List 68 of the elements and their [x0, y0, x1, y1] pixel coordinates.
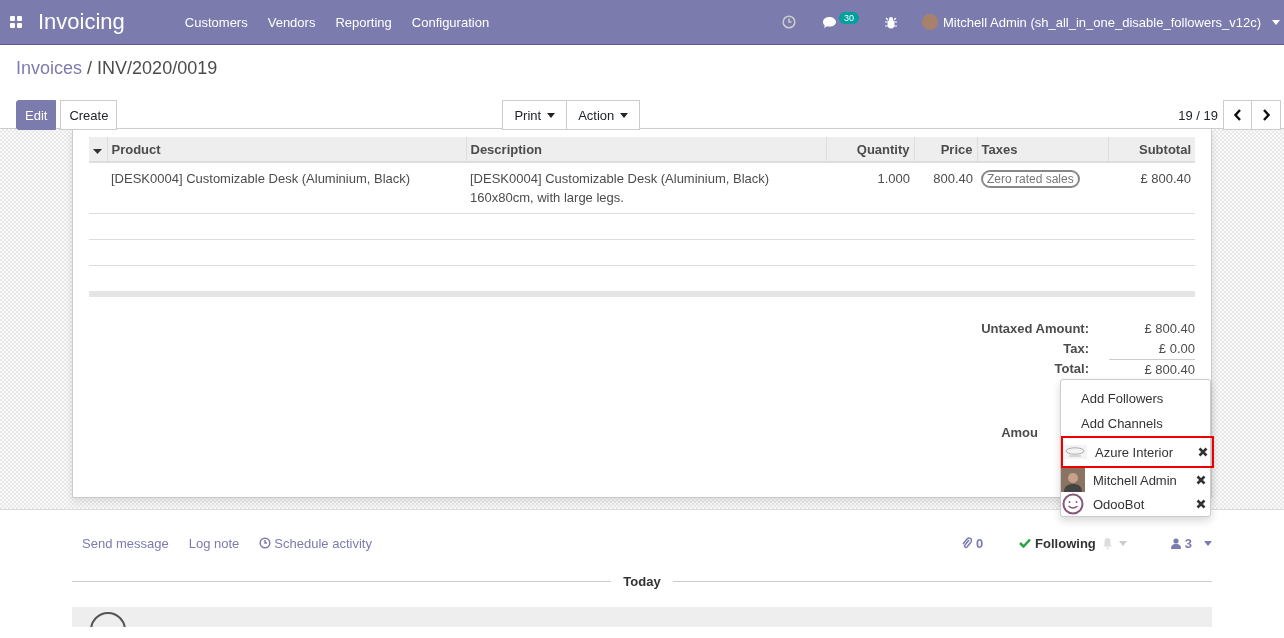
company-logo-icon	[1063, 445, 1087, 459]
column-header[interactable]: Product	[107, 137, 466, 162]
user-avatar	[922, 14, 939, 30]
menu-item[interactable]: Vendors	[257, 14, 326, 30]
caret-icon	[620, 112, 629, 118]
table-cell: 800.40	[914, 162, 977, 214]
pager-value: 19 / 19	[1178, 107, 1218, 123]
tax-tag: Zero rated sales	[981, 170, 1080, 188]
breadcrumb-separator: /	[87, 58, 93, 78]
app-title[interactable]: Invoicing	[38, 9, 125, 35]
chatter-action-link[interactable]: Log note	[188, 535, 240, 551]
menu-item[interactable]: Customers	[174, 14, 258, 30]
dropdown-button[interactable]: Print	[502, 100, 568, 130]
column-header[interactable]: Subtotal	[1108, 137, 1195, 162]
message-count-badge: 30	[839, 12, 860, 24]
chevron-left-icon	[1233, 109, 1242, 121]
remove-icon[interactable]	[1196, 475, 1206, 485]
chatter-action-link[interactable]: Schedule activity	[259, 535, 372, 551]
total-label: Tax:	[1062, 340, 1090, 358]
person-icon	[1170, 537, 1181, 549]
breadcrumb-current: INV/2020/0019	[97, 58, 218, 78]
chat-icon[interactable]	[822, 15, 837, 29]
follower-item[interactable]: Azure Interior	[1061, 436, 1214, 468]
followers-button[interactable]: 3	[1170, 535, 1192, 551]
avatar-photo	[1061, 468, 1085, 492]
table-cell: [DESK0004] Customizable Desk (Aluminium, Black)	[107, 162, 466, 214]
caret-icon	[547, 112, 556, 118]
clock-icon	[259, 537, 272, 549]
total-value: £ 0.00	[1157, 340, 1195, 358]
attachments-button[interactable]: 0	[961, 535, 984, 551]
date-separator: Today	[622, 573, 662, 589]
apps-menu-icon[interactable]	[10, 16, 22, 28]
user-menu[interactable]: Mitchell Admin (sh_all_in_one_disable_followers_v12c)	[922, 14, 1280, 30]
caret-icon	[1272, 19, 1280, 25]
dropdown-button[interactable]: Action	[567, 100, 641, 130]
breadcrumb-link[interactable]: Invoices	[16, 58, 83, 78]
previous-button[interactable]	[1223, 100, 1252, 130]
menu-item[interactable]: Reporting	[325, 14, 402, 30]
total-label: Total:	[1053, 360, 1090, 378]
remove-icon[interactable]	[1196, 499, 1206, 509]
smiley-icon	[1062, 493, 1084, 515]
menu-item[interactable]: Add Followers	[1061, 386, 1210, 411]
checkmark-icon	[1019, 538, 1032, 548]
column-header[interactable]: Taxes	[977, 137, 1108, 162]
caret-icon[interactable]	[93, 148, 103, 154]
edit-button[interactable]: Edit	[16, 100, 57, 130]
follower-item[interactable]: Mitchell Admin	[1061, 468, 1210, 492]
table-cell: £ 800.40	[1108, 162, 1195, 214]
total-label: Amou	[1001, 424, 1038, 442]
clock-icon[interactable]	[782, 15, 796, 29]
table-cell: [DESK0004] Customizable Desk (Aluminium, Black) 160x80cm, with large legs.	[466, 162, 826, 214]
menu-item[interactable]: Add Channels	[1061, 411, 1210, 436]
total-value: £ 800.40	[1143, 320, 1195, 338]
next-button[interactable]	[1252, 100, 1281, 130]
chatter-action-link[interactable]: Send message	[82, 535, 169, 551]
paperclip-icon	[961, 537, 972, 549]
column-header[interactable]: Description	[466, 137, 826, 162]
total-label: Untaxed Amount:	[981, 320, 1090, 338]
column-header[interactable]: Price	[914, 137, 977, 162]
column-header[interactable]: Quantity	[826, 137, 914, 162]
remove-icon[interactable]	[1198, 447, 1208, 457]
follower-item[interactable]: OdooBot	[1061, 492, 1210, 516]
create-button[interactable]: Create	[60, 100, 118, 130]
follow-button[interactable]: Following	[1019, 535, 1096, 551]
chevron-right-icon	[1262, 109, 1270, 121]
table-cell: 1.000	[826, 162, 914, 214]
bug-icon[interactable]	[885, 15, 898, 29]
menu-item[interactable]: Configuration	[401, 14, 500, 30]
